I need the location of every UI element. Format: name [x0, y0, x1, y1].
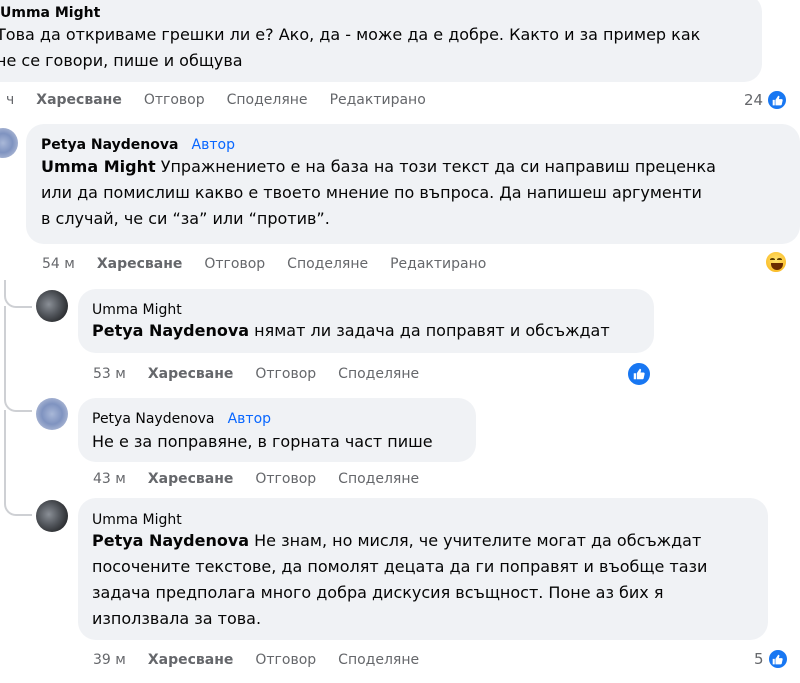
- comment-text: Petya Naydenova Не знам, но мисля, че уч…: [92, 531, 708, 628]
- comment-text: Не е за поправяне, в горната част пише: [92, 432, 433, 451]
- like-icon: [766, 648, 789, 670]
- mention-link[interactable]: Umma Might: [41, 157, 156, 176]
- author-badge: Автор: [227, 411, 272, 427]
- reaction-summary[interactable]: 5: [754, 648, 789, 670]
- comment-author[interactable]: Umma Might: [92, 512, 182, 528]
- haha-icon: [764, 250, 788, 274]
- comment-author[interactable]: Umma Might: [0, 5, 100, 21]
- comment-bubble: Petya Naydenova Автор Umma Might Упражне…: [26, 124, 800, 244]
- comment-timestamp[interactable]: 53 м: [93, 366, 126, 382]
- reaction-summary[interactable]: 24: [744, 89, 789, 111]
- reaction-summary[interactable]: [764, 250, 788, 274]
- avatar[interactable]: [0, 128, 18, 158]
- reaction-summary[interactable]: [626, 361, 652, 387]
- comment-text: Това да откриваме грешки ли е? Ако, да -…: [0, 25, 701, 70]
- avatar[interactable]: [36, 290, 68, 322]
- reply-button[interactable]: Отговор: [204, 256, 265, 272]
- like-button[interactable]: Харесване: [97, 256, 183, 272]
- reply-button[interactable]: Отговор: [144, 92, 205, 108]
- comment-actions: 43 м Харесване Отговор Споделяне: [93, 471, 419, 487]
- reply-button[interactable]: Отговор: [255, 366, 316, 382]
- avatar[interactable]: [36, 500, 68, 532]
- comment-timestamp[interactable]: 54 м: [42, 256, 75, 272]
- comment-actions: 54 м Харесване Отговор Споделяне Редакти…: [42, 256, 486, 272]
- reaction-count: 24: [744, 91, 764, 109]
- share-button[interactable]: Споделяне: [287, 256, 368, 272]
- comment-author[interactable]: Petya Naydenova: [41, 137, 178, 153]
- reply-button[interactable]: Отговор: [255, 652, 316, 668]
- author-badge: Автор: [191, 137, 235, 153]
- comment-timestamp[interactable]: ч: [6, 92, 14, 108]
- share-button[interactable]: Споделяне: [338, 652, 419, 668]
- comment-author[interactable]: Petya Naydenova: [92, 411, 215, 427]
- comment-bubble: Petya Naydenova Автор Не е за поправяне,…: [78, 398, 476, 462]
- comment-text: Umma Might Упражнението е на база на тоз…: [41, 157, 716, 228]
- comment-timestamp[interactable]: 43 м: [93, 471, 126, 487]
- reaction-count: 5: [754, 650, 764, 668]
- reply-button[interactable]: Отговор: [255, 471, 316, 487]
- like-icon: [626, 361, 652, 387]
- like-button[interactable]: Харесване: [148, 366, 234, 382]
- share-button[interactable]: Споделяне: [338, 471, 419, 487]
- edited-label: Редактирано: [329, 92, 426, 108]
- like-button[interactable]: Харесване: [148, 471, 234, 487]
- thread-connector: [4, 306, 32, 412]
- comment-author[interactable]: Umma Might: [92, 302, 182, 318]
- mention-link[interactable]: Petya Naydenova: [92, 531, 249, 550]
- like-button[interactable]: Харесване: [36, 92, 122, 108]
- edited-label: Редактирано: [390, 256, 487, 272]
- thread-connector: [4, 410, 32, 516]
- comment-timestamp[interactable]: 39 м: [93, 652, 126, 668]
- thread-connector: [4, 280, 32, 308]
- comment-actions: 53 м Харесване Отговор Споделяне: [93, 366, 419, 382]
- share-button[interactable]: Споделяне: [338, 366, 419, 382]
- like-button[interactable]: Харесване: [148, 652, 234, 668]
- comment-bubble: Umma Might Petya Naydenova Не знам, но м…: [78, 498, 768, 640]
- share-button[interactable]: Споделяне: [227, 92, 308, 108]
- comment-actions: 39 м Харесване Отговор Споделяне: [93, 652, 419, 668]
- like-icon: [766, 89, 789, 111]
- avatar[interactable]: [36, 398, 68, 430]
- comment-bubble: Umma Might Това да откриваме грешки ли е…: [0, 0, 762, 82]
- comment-bubble: Umma Might Petya Naydenova нямат ли зада…: [78, 289, 654, 353]
- comment-text: Petya Naydenova нямат ли задача да попра…: [92, 321, 610, 340]
- mention-link[interactable]: Petya Naydenova: [92, 321, 249, 340]
- comment-actions: ч Харесване Отговор Споделяне Редактиран…: [6, 92, 426, 108]
